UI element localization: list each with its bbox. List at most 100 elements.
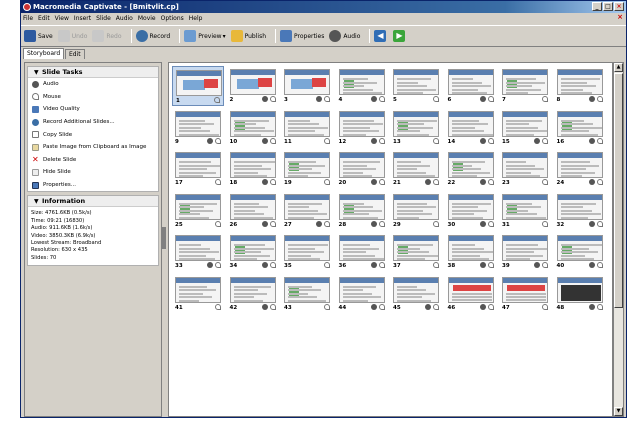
- slide-tasks-header[interactable]: ▼ Slide Tasks: [28, 67, 158, 78]
- document-close-icon[interactable]: ×: [617, 13, 623, 21]
- audio-button[interactable]: Audio: [329, 30, 360, 42]
- task-video-quality[interactable]: Video Quality: [28, 103, 158, 116]
- task-mouse[interactable]: Mouse: [28, 91, 158, 104]
- slide-thumbnail[interactable]: 30: [445, 191, 497, 231]
- scroll-up-button[interactable]: ▲: [614, 63, 623, 72]
- slide-thumbnail[interactable]: 17: [172, 149, 224, 189]
- publish-button[interactable]: Publish: [230, 30, 266, 42]
- task-copy-slide[interactable]: Copy Slide: [28, 128, 158, 141]
- slide-thumbnail[interactable]: 1: [172, 66, 224, 106]
- menu-view[interactable]: View: [55, 15, 69, 22]
- slide-thumbnail[interactable]: 20: [336, 149, 388, 189]
- menu-file[interactable]: File: [23, 15, 33, 22]
- vertical-scrollbar[interactable]: ▲ ▼: [613, 62, 624, 417]
- slide-thumbnail[interactable]: 45: [390, 274, 442, 314]
- minimize-button[interactable]: _: [592, 2, 602, 11]
- slide-thumbnail[interactable]: 18: [227, 149, 279, 189]
- slide-thumbnail[interactable]: 19: [281, 149, 333, 189]
- record-button[interactable]: Record: [135, 30, 170, 42]
- slide-thumbnail[interactable]: 41: [172, 274, 224, 314]
- slide-thumbnail[interactable]: 32: [554, 191, 606, 231]
- slide-thumbnail[interactable]: 4: [336, 66, 388, 106]
- slide-thumbnail[interactable]: 23: [499, 149, 551, 189]
- slide-thumbnail[interactable]: 48: [554, 274, 606, 314]
- slide-thumbnail[interactable]: 24: [554, 149, 606, 189]
- slide-thumbnail[interactable]: 12: [336, 108, 388, 148]
- slide-thumbnail[interactable]: 36: [336, 232, 388, 272]
- slide-thumbnail[interactable]: 6: [445, 66, 497, 106]
- slide-thumbnail[interactable]: 10: [227, 108, 279, 148]
- slide-thumbnail[interactable]: 11: [281, 108, 333, 148]
- slide-thumbnail[interactable]: 25: [172, 191, 224, 231]
- slide-thumbnail[interactable]: 46: [445, 274, 497, 314]
- tab-edit[interactable]: Edit: [65, 49, 85, 59]
- task-paste-image[interactable]: Paste Image from Clipboard as Image: [28, 141, 158, 154]
- slide-preview-image: [175, 276, 221, 303]
- tab-storyboard[interactable]: Storyboard: [23, 48, 65, 59]
- panel-splitter[interactable]: [162, 62, 167, 417]
- close-button[interactable]: ×: [614, 2, 624, 11]
- audio-icon: [370, 220, 377, 227]
- slide-number: 8: [556, 97, 561, 103]
- slide-preview-image: [338, 69, 385, 95]
- maximize-button[interactable]: □: [603, 2, 613, 11]
- slide-preview-image: [284, 276, 330, 303]
- slide-thumbnail[interactable]: 27: [281, 191, 333, 231]
- slide-thumbnail[interactable]: 5: [390, 66, 442, 106]
- redo-button[interactable]: Redo: [92, 30, 122, 42]
- slide-thumbnail[interactable]: 35: [281, 232, 333, 272]
- slide-thumbnail[interactable]: 44: [336, 274, 388, 314]
- slide-thumbnail[interactable]: 28: [336, 191, 388, 231]
- task-properties[interactable]: Properties...: [28, 179, 158, 192]
- menu-slide[interactable]: Slide: [96, 15, 111, 22]
- information-header[interactable]: ▼ Information: [28, 196, 158, 208]
- slide-thumbnail[interactable]: 21: [390, 149, 442, 189]
- menu-help[interactable]: Help: [189, 15, 203, 22]
- task-hide-slide[interactable]: Hide Slide: [28, 166, 158, 179]
- slide-thumbnail[interactable]: 42: [227, 274, 279, 314]
- slide-preview-image: [284, 152, 330, 178]
- audio-icon: [261, 262, 268, 268]
- save-button[interactable]: Save: [24, 30, 53, 42]
- slide-thumbnail[interactable]: 40: [554, 232, 606, 272]
- slide-thumbnail[interactable]: 7: [499, 66, 551, 106]
- slide-thumbnail[interactable]: 47: [499, 274, 551, 314]
- slide-thumbnail[interactable]: 15: [499, 108, 551, 148]
- splitter-grip[interactable]: [162, 227, 166, 249]
- slide-thumbnail[interactable]: 8: [554, 66, 606, 106]
- slide-thumbnail[interactable]: 14: [445, 108, 497, 148]
- undo-button[interactable]: Undo: [57, 30, 87, 42]
- task-delete-slide[interactable]: ✕ Delete Slide: [28, 154, 158, 167]
- preview-button[interactable]: Preview ▾: [184, 30, 226, 42]
- slide-thumbnail[interactable]: 37: [390, 232, 442, 272]
- audio-icon: [588, 262, 595, 268]
- forward-button[interactable]: ▶: [393, 30, 407, 42]
- slide-thumbnail[interactable]: 33: [172, 232, 224, 272]
- menu-edit[interactable]: Edit: [38, 15, 50, 22]
- menu-movie[interactable]: Movie: [138, 15, 156, 22]
- slide-thumbnail[interactable]: 22: [445, 149, 497, 189]
- scrollbar-thumb[interactable]: [614, 73, 623, 308]
- properties-button[interactable]: Properties: [280, 30, 324, 42]
- slide-thumbnail[interactable]: 2: [227, 66, 279, 106]
- slide-thumbnail[interactable]: 34: [227, 232, 279, 272]
- slide-thumbnail[interactable]: 26: [227, 191, 279, 231]
- slide-thumbnail[interactable]: 39: [499, 232, 551, 272]
- slide-thumbnail[interactable]: 16: [554, 108, 606, 148]
- slide-thumbnail[interactable]: 13: [390, 108, 442, 148]
- slide-thumbnail[interactable]: 38: [445, 232, 497, 272]
- menu-insert[interactable]: Insert: [74, 15, 91, 22]
- scroll-down-button[interactable]: ▼: [614, 407, 623, 416]
- slide-thumbnail[interactable]: 9: [172, 108, 224, 148]
- slide-thumbnail[interactable]: 31: [499, 191, 551, 231]
- slide-thumbnail[interactable]: 29: [390, 191, 442, 231]
- menu-options[interactable]: Options: [161, 15, 184, 22]
- task-audio[interactable]: Audio: [28, 78, 158, 91]
- slide-status-icons: [370, 303, 385, 310]
- slide-thumbnail[interactable]: 43: [281, 274, 333, 314]
- task-record-additional[interactable]: Record Additional Slides...: [28, 116, 158, 129]
- chevron-down-icon[interactable]: ▾: [223, 33, 226, 40]
- back-button[interactable]: ◀: [374, 30, 388, 42]
- slide-thumbnail[interactable]: 3: [281, 66, 333, 106]
- menu-audio[interactable]: Audio: [116, 15, 133, 22]
